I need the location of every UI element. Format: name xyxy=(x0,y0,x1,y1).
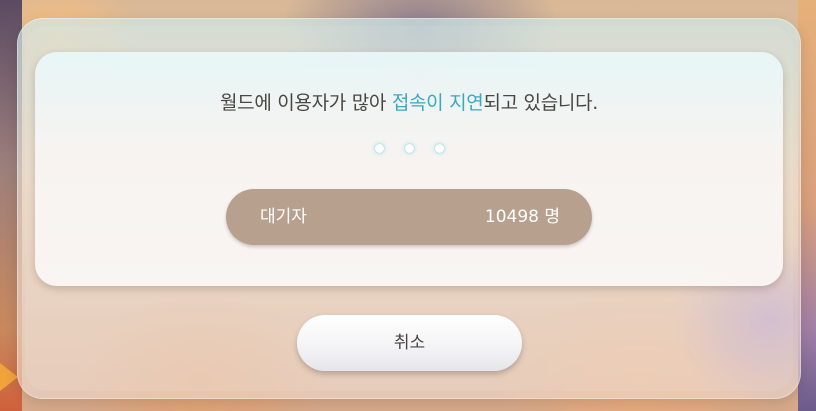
waiting-count: 10498 명 xyxy=(484,207,560,227)
loading-dot xyxy=(434,144,444,153)
loading-dot xyxy=(374,144,384,153)
loading-dot xyxy=(404,144,414,153)
queue-message-panel: 월드에 이용자가 많아 접속이 지연되고 있습니다. 대기자 10498 명 xyxy=(35,52,783,286)
loading-indicator xyxy=(35,144,783,153)
message-prefix: 월드에 이용자가 많아 xyxy=(219,92,392,114)
waiting-count-bar: 대기자 10498 명 xyxy=(226,189,592,245)
cancel-button[interactable]: 취소 xyxy=(297,315,522,371)
background-flag-shape xyxy=(0,363,18,391)
queue-message: 월드에 이용자가 많아 접속이 지연되고 있습니다. xyxy=(35,88,783,115)
message-suffix: 되고 있습니다. xyxy=(483,92,599,114)
waiting-label: 대기자 xyxy=(260,207,307,227)
message-highlight: 접속이 지연 xyxy=(391,92,484,114)
